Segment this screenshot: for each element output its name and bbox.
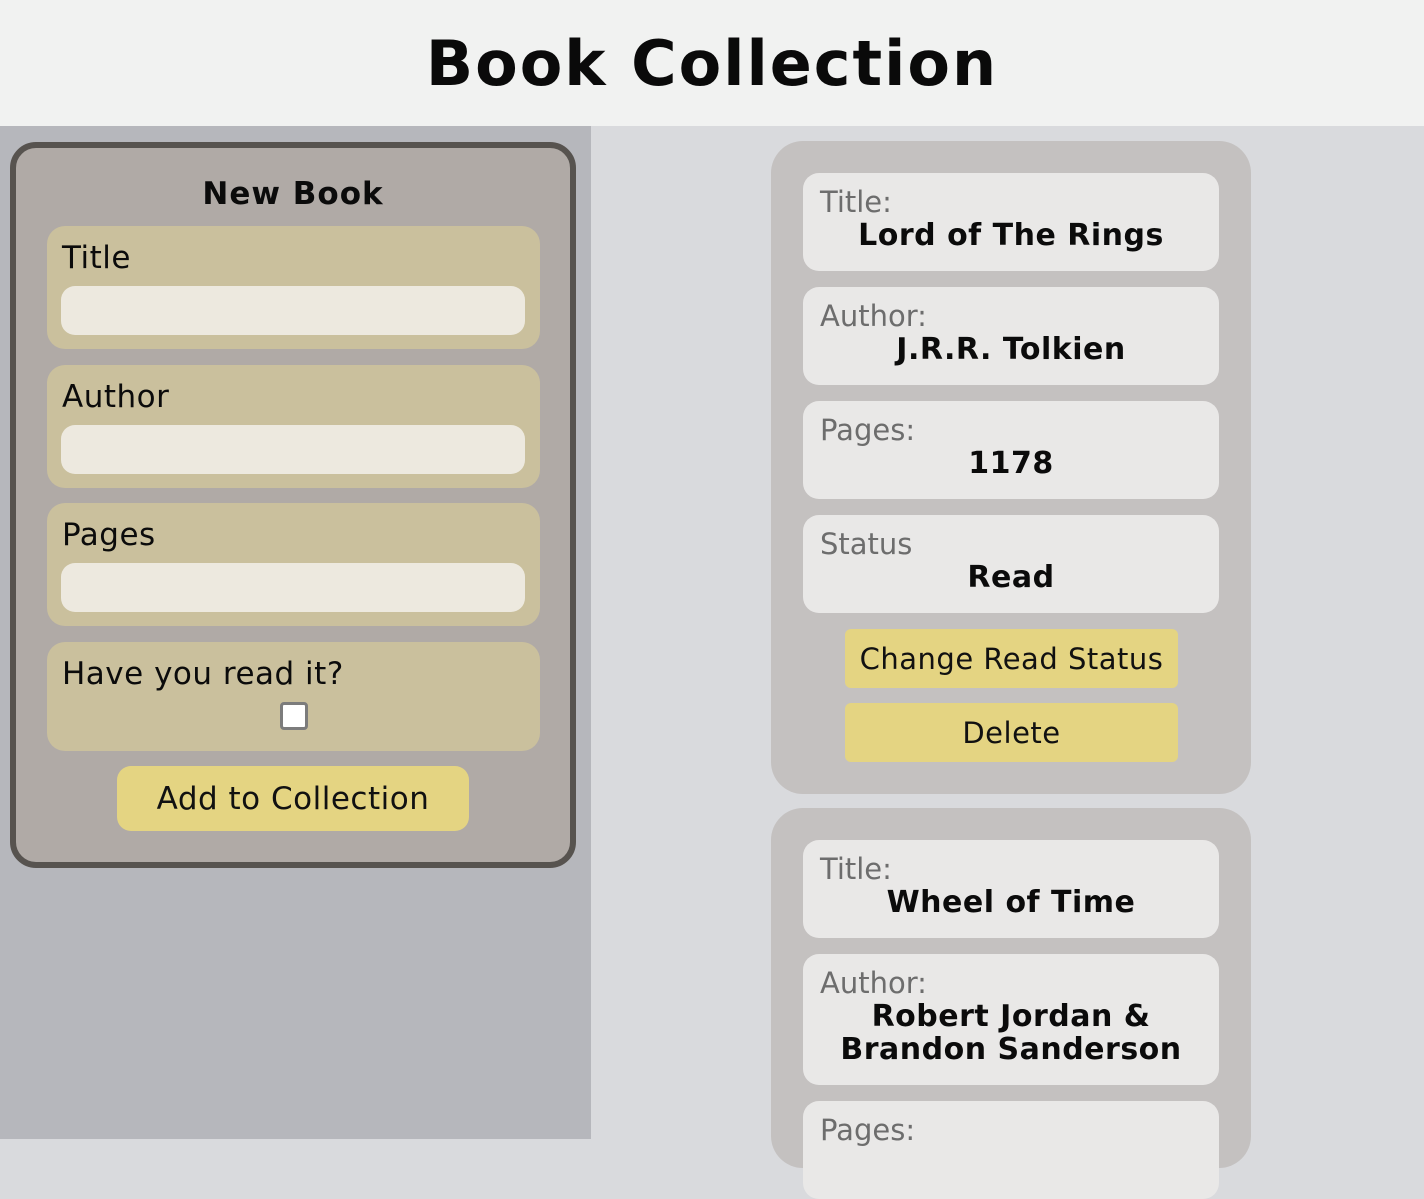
book-pages-key: Pages: (820, 1113, 916, 1147)
book-author-value-line2: Brandon Sanderson (840, 1032, 1182, 1067)
title-input[interactable] (61, 286, 525, 335)
book-title-box: Title: Wheel of Time (803, 840, 1219, 938)
book-author-value: J.R.R. Tolkien (896, 332, 1126, 367)
author-input[interactable] (61, 425, 525, 474)
pages-input[interactable] (61, 563, 525, 612)
book-pages-box: Pages: 1178 (803, 401, 1219, 499)
book-card: Title: Lord of The Rings Author: J.R.R. … (771, 141, 1251, 794)
book-title-key: Title: (820, 852, 892, 886)
book-status-value: Read (967, 560, 1055, 595)
read-label: Have you read it? (62, 656, 344, 692)
book-title-key: Title: (820, 185, 892, 219)
page-header: Book Collection (0, 0, 1424, 126)
book-author-box: Author: Robert Jordan & Brandon Sanderso… (803, 954, 1219, 1085)
delete-button[interactable]: Delete (845, 703, 1178, 762)
book-pages-box: Pages: (803, 1101, 1219, 1199)
author-field: Author (47, 365, 540, 488)
change-read-status-button[interactable]: Change Read Status (845, 629, 1178, 688)
book-status-box: Status Read (803, 515, 1219, 613)
book-pages-value: 1178 (968, 446, 1054, 481)
book-pages-key: Pages: (820, 413, 916, 447)
add-to-collection-button[interactable]: Add to Collection (117, 766, 469, 831)
title-field: Title (47, 226, 540, 349)
read-checkbox[interactable] (280, 702, 308, 730)
book-author-key: Author: (820, 299, 927, 333)
book-status-key: Status (820, 527, 913, 561)
book-title-box: Title: Lord of The Rings (803, 173, 1219, 271)
book-title-value: Lord of The Rings (858, 218, 1164, 253)
pages-field: Pages (47, 503, 540, 626)
book-author-box: Author: J.R.R. Tolkien (803, 287, 1219, 385)
title-label: Title (62, 240, 131, 276)
book-card: Title: Wheel of Time Author: Robert Jord… (771, 808, 1251, 1199)
book-author-value-line1: Robert Jordan & (871, 999, 1151, 1034)
pages-label: Pages (62, 517, 156, 553)
book-title-value: Wheel of Time (886, 885, 1136, 920)
new-book-form: New Book Title Author Pages Have you rea… (10, 142, 576, 868)
page-title: Book Collection (425, 26, 999, 100)
read-field: Have you read it? (47, 642, 540, 751)
book-author-key: Author: (820, 966, 927, 1000)
author-label: Author (62, 379, 170, 415)
form-title: New Book (202, 176, 384, 212)
